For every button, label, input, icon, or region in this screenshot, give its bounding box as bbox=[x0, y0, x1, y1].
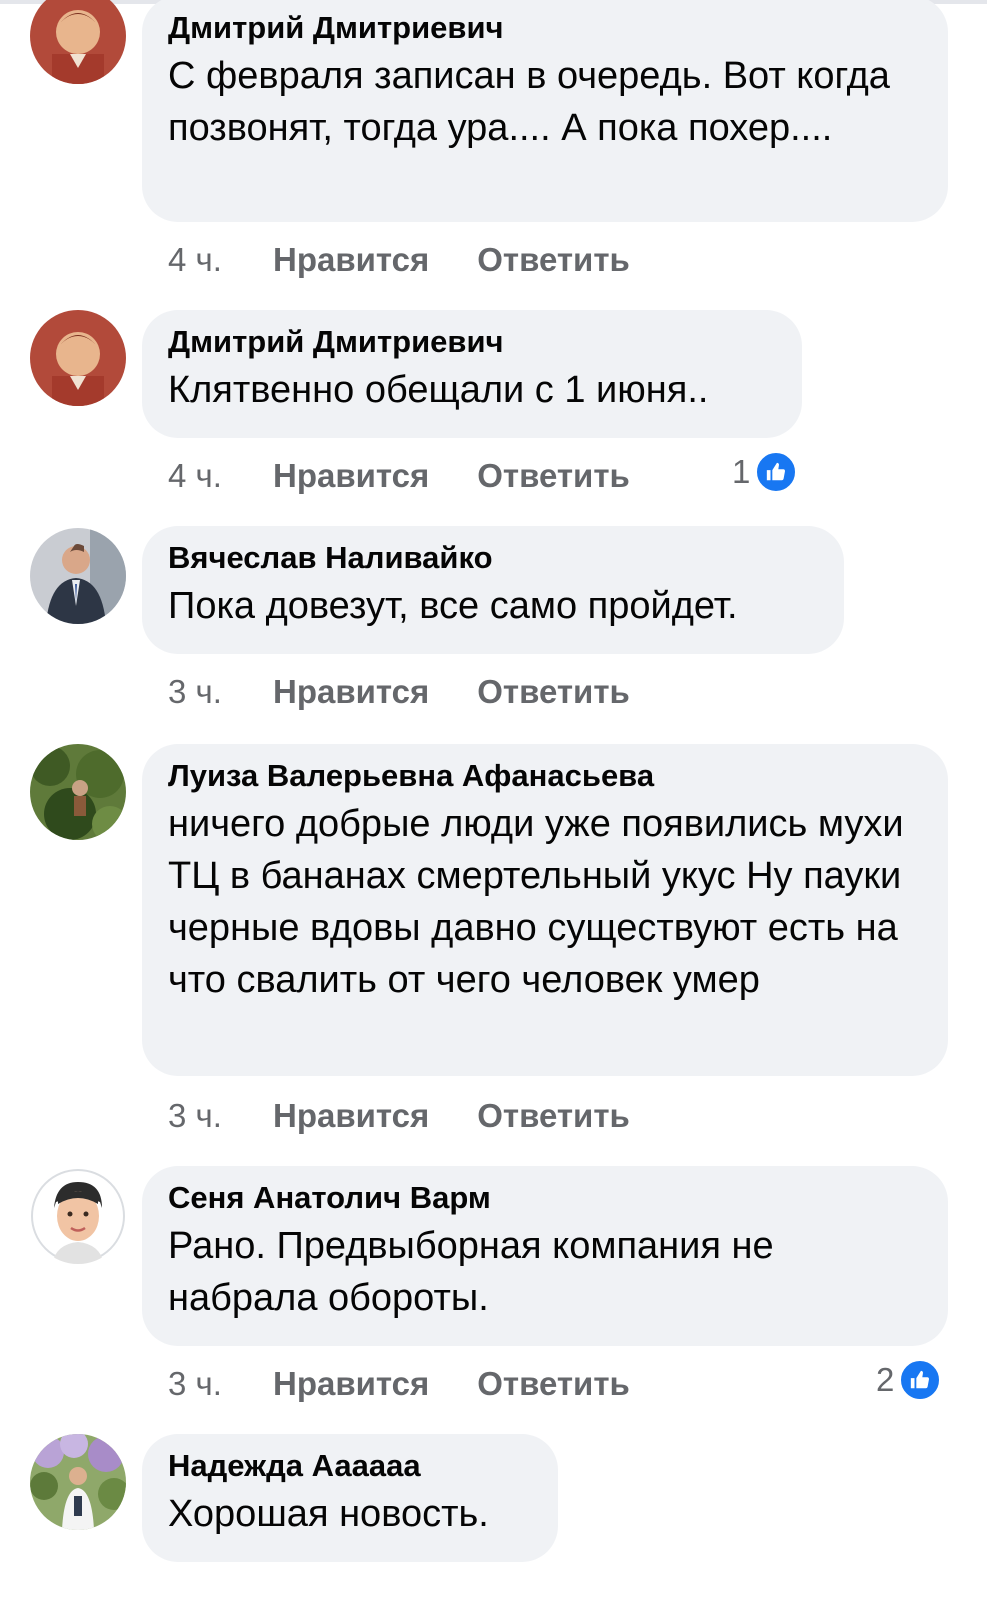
user-photo-man-suit-icon bbox=[30, 528, 126, 624]
avatar[interactable] bbox=[30, 0, 126, 84]
comment-time[interactable]: 3 ч. bbox=[168, 1097, 273, 1135]
comment-actions: 4 ч. Нравится Ответить bbox=[168, 238, 630, 282]
thumbs-up-icon bbox=[754, 450, 799, 494]
comment-bubble: Вячеслав Наливайко Пока довезут, все сам… bbox=[142, 526, 844, 654]
comment-bubble: Луиза Валерьевна Афанасьева ничего добры… bbox=[142, 744, 948, 1076]
user-photo-boy-icon bbox=[30, 310, 126, 406]
reply-button[interactable]: Ответить bbox=[477, 241, 630, 279]
like-button[interactable]: Нравится bbox=[273, 673, 429, 711]
comment-author[interactable]: Вячеслав Наливайко bbox=[168, 538, 816, 578]
comment-time[interactable]: 4 ч. bbox=[168, 457, 273, 495]
comment-text: С февраля записан в очередь. Вот когда п… bbox=[168, 55, 890, 149]
user-cartoon-avatar-icon bbox=[30, 1168, 126, 1264]
comment-actions: 3 ч. Нравится Ответить bbox=[168, 670, 630, 714]
comment-author[interactable]: Луиза Валерьевна Афанасьева bbox=[168, 756, 920, 796]
comment-bubble: Сеня Анатолич Варм Рано. Предвыборная ко… bbox=[142, 1166, 948, 1346]
reply-button[interactable]: Ответить bbox=[477, 1097, 630, 1135]
reaction-count: 2 bbox=[876, 1361, 895, 1398]
reaction-summary[interactable]: 1 bbox=[732, 450, 799, 494]
comment-text: Рано. Предвыборная компания не набрала о… bbox=[168, 1225, 774, 1319]
comment-time[interactable]: 3 ч. bbox=[168, 673, 273, 711]
comment-author[interactable]: Дмитрий Дмитриевич bbox=[168, 322, 774, 362]
like-button[interactable]: Нравится bbox=[273, 1097, 429, 1135]
comment-actions: 3 ч. Нравится Ответить bbox=[168, 1094, 630, 1138]
user-photo-greenery-icon bbox=[30, 744, 126, 840]
avatar[interactable] bbox=[30, 310, 126, 406]
comment-text: ничего добрые люди уже появились мухи ТЦ… bbox=[168, 803, 904, 1001]
user-photo-boy-icon bbox=[30, 0, 126, 84]
comment-author[interactable]: Дмитрий Дмитриевич bbox=[168, 8, 920, 48]
comment-text: Пока довезут, все само пройдет. bbox=[168, 585, 738, 627]
thumbs-up-icon bbox=[898, 1358, 943, 1402]
comment-time[interactable]: 4 ч. bbox=[168, 241, 273, 279]
reaction-summary[interactable]: 2 bbox=[876, 1358, 943, 1402]
reaction-count: 1 bbox=[732, 453, 751, 490]
avatar[interactable] bbox=[30, 1168, 126, 1264]
comment-actions: 4 ч. Нравится Ответить bbox=[168, 454, 630, 498]
like-button[interactable]: Нравится bbox=[273, 457, 429, 495]
comment-text: Клятвенно обещали с 1 июня.. bbox=[168, 369, 709, 411]
avatar[interactable] bbox=[30, 528, 126, 624]
comment-actions: 3 ч. Нравится Ответить bbox=[168, 1362, 630, 1406]
user-photo-lilacs-icon bbox=[30, 1434, 126, 1530]
reply-button[interactable]: Ответить bbox=[477, 1365, 630, 1403]
comment-time[interactable]: 3 ч. bbox=[168, 1365, 273, 1403]
reply-button[interactable]: Ответить bbox=[477, 457, 630, 495]
reply-button[interactable]: Ответить bbox=[477, 673, 630, 711]
avatar[interactable] bbox=[30, 1434, 126, 1530]
comment-author[interactable]: Надежда Аааааа bbox=[168, 1446, 530, 1486]
avatar[interactable] bbox=[30, 744, 126, 840]
comment-author[interactable]: Сеня Анатолич Варм bbox=[168, 1178, 920, 1218]
comment-bubble: Дмитрий Дмитриевич С февраля записан в о… bbox=[142, 0, 948, 222]
comment-bubble: Дмитрий Дмитриевич Клятвенно обещали с 1… bbox=[142, 310, 802, 438]
like-button[interactable]: Нравится bbox=[273, 241, 429, 279]
comment-text: Хорошая новость. bbox=[168, 1493, 489, 1535]
comment-bubble: Надежда Аааааа Хорошая новость. bbox=[142, 1434, 558, 1562]
like-button[interactable]: Нравится bbox=[273, 1365, 429, 1403]
